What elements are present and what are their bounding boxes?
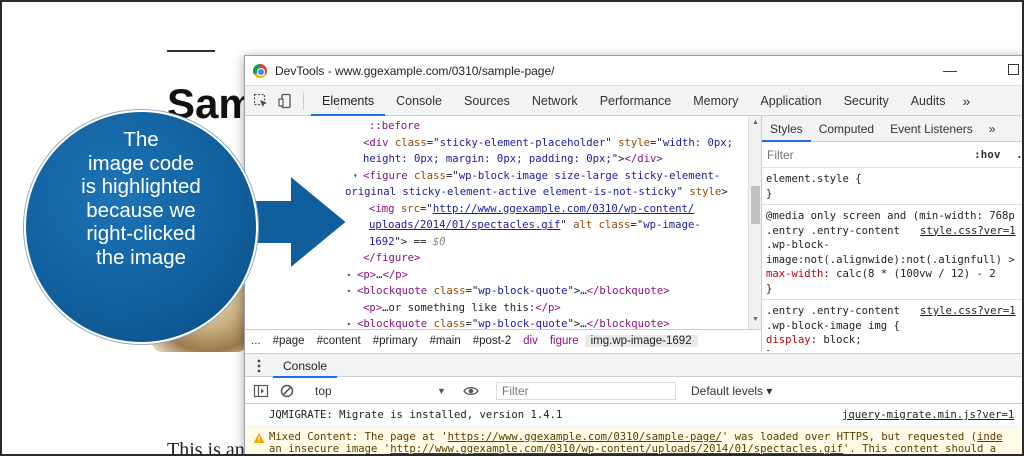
style-rule-line[interactable]: .entry .entry-content style.css?ver=1 [766,224,1022,239]
style-rule-line[interactable]: } [766,348,1022,352]
clear-console-icon[interactable] [279,383,295,399]
drawer-menu-icon[interactable] [257,359,261,373]
inspect-element-icon[interactable] [253,93,269,109]
main-tabs: Elements Console Sources Network Perform… [311,86,976,116]
tab-security[interactable]: Security [833,86,900,116]
title-rule [167,50,215,52]
styles-pane: Styles Computed Event Listeners » :hov .… [761,116,1022,352]
tab-network[interactable]: Network [521,86,589,116]
breadcrumb-main[interactable]: #main [423,335,466,347]
minimize-button[interactable]: — [942,62,958,78]
callout-line: right-clicked [86,222,196,245]
styles-tabs: Styles Computed Event Listeners » [762,116,1022,142]
rule-divider [762,204,1022,205]
context-caret-icon: ▼ [437,386,446,396]
tab-memory[interactable]: Memory [682,86,749,116]
callout-text: The image code is highlighted because we… [36,128,246,269]
style-rule-line[interactable]: @media only screen and (min-width: 768p [766,209,1022,224]
more-tabs-button[interactable]: » [956,86,976,116]
breadcrumb-page[interactable]: #page [267,335,311,347]
tab-performance[interactable]: Performance [589,86,683,116]
styles-filter-input[interactable] [767,146,957,164]
console-message-text: JQMIGRATE: Migrate is installed, version… [269,409,563,421]
warning-message-text: Mixed Content: The page at 'https://www.… [269,431,1003,455]
breadcrumb-figure[interactable]: figure [544,335,585,347]
console-message-source[interactable]: jquery-migrate.min.js?ver=1 [842,406,1014,424]
style-rule-line[interactable]: element.style { [766,172,1022,187]
console-toolbar: top ▼ Filter Default levels ▾ [245,378,1022,404]
log-levels-dropdown[interactable]: Default levels ▾ [691,384,772,398]
screenshot-frame: Sam This is an DevTools - www.ggexample.… [0,0,1024,456]
tab-computed[interactable]: Computed [811,116,882,142]
breadcrumb-img[interactable]: img.wp-image-1692 [584,334,698,347]
context-select[interactable]: top [307,382,447,400]
style-rule-line[interactable]: max-width: calc(8 * (100vw / 12) - 2 [766,267,1022,282]
callout-arrow-icon [242,172,349,272]
maximize-button[interactable] [1005,62,1021,78]
style-rule-line[interactable]: .entry .entry-content style.css?ver=1 [766,304,1022,319]
tab-sources[interactable]: Sources [453,86,521,116]
elements-scrollbar[interactable]: ▲ ▼ [748,116,761,329]
hover-state-button[interactable]: :hov [974,148,1001,161]
window-title: DevTools - www.ggexample.com/0310/sample… [275,64,555,78]
callout-line: because we [86,198,196,222]
drawer-tab-console[interactable]: Console [273,354,338,378]
live-expression-eye-icon[interactable] [463,383,479,399]
toolbar-separator [303,92,304,110]
breadcrumb-primary[interactable]: #primary [367,335,424,347]
device-toolbar-icon[interactable] [278,93,294,109]
style-rule-line[interactable]: .wp-block- [766,238,1022,253]
breadcrumb-post[interactable]: #post-2 [467,335,517,347]
tab-styles[interactable]: Styles [762,116,811,142]
tab-elements[interactable]: Elements [311,86,386,116]
breadcrumb: ... #page #content #primary #main #post-… [245,329,761,351]
style-rule-line[interactable]: .wp-block-image img { [766,319,1022,334]
rule-divider [762,299,1022,300]
style-rule-line[interactable]: } [766,282,1022,297]
devtools-toolbar: Elements Console Sources Network Perform… [245,86,1022,116]
body-text: This is an [167,439,245,456]
scroll-up-icon[interactable]: ▲ [752,119,759,126]
tab-audits[interactable]: Audits [900,86,957,116]
styles-filter-row: :hov .cl [762,142,1022,168]
tab-application[interactable]: Application [749,86,832,116]
console-message-warning: Mixed Content: The page at 'https://www.… [245,427,1022,455]
expand-toggle-icon[interactable]: ▸ [347,283,352,300]
console-sidebar-icon[interactable] [253,383,269,399]
more-styles-tabs-button[interactable]: » [981,116,1004,142]
stylesheet-link[interactable]: style.css?ver=1 [920,224,1016,239]
tab-console[interactable]: Console [385,86,453,116]
expand-toggle-icon[interactable]: ▸ [347,316,352,329]
style-rule-line[interactable]: display: block; [766,333,1022,348]
callout-line: The [123,128,159,151]
stylesheet-link[interactable]: style.css?ver=1 [920,304,1016,319]
scroll-thumb[interactable] [751,186,760,224]
callout-line: image code [88,151,194,175]
warning-icon [253,433,265,443]
tab-event-listeners[interactable]: Event Listeners [882,116,981,142]
style-rule-line[interactable]: } [766,187,1022,202]
style-rule-line[interactable]: image:not(.alignwide):not(.alignfull) > [766,253,1022,268]
chrome-icon [253,64,267,78]
breadcrumb-content[interactable]: #content [311,335,367,347]
scroll-down-icon[interactable]: ▼ [752,316,759,323]
breadcrumb-ellipsis[interactable]: ... [245,335,267,347]
window-titlebar[interactable]: DevTools - www.ggexample.com/0310/sample… [245,56,1022,86]
devtools-window: DevTools - www.ggexample.com/0310/sample… [244,55,1022,455]
console-drawer-bar: Console [245,353,1022,378]
maximize-icon [1007,64,1019,75]
callout-line: is highlighted [81,175,201,198]
breadcrumb-div[interactable]: div [517,335,544,347]
console-filter-input[interactable]: Filter [496,382,676,400]
class-toggle-button[interactable]: .cl [1016,148,1022,161]
callout-line: the image [95,245,187,269]
console-message-log: JQMIGRATE: Migrate is installed, version… [245,406,1022,426]
expand-toggle-icon[interactable]: ▾ [353,168,358,185]
